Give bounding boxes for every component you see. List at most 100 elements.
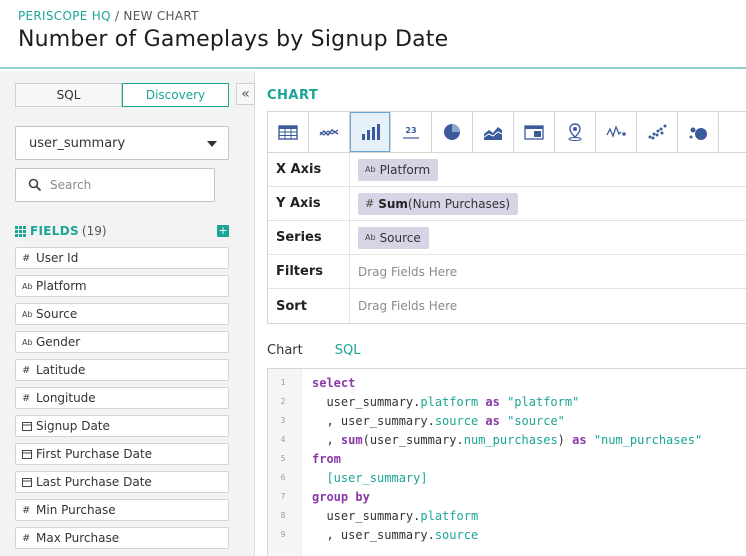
field-name: Max Purchase xyxy=(36,531,120,545)
pill-label: Source xyxy=(379,230,421,245)
field-item[interactable]: Signup Date xyxy=(15,415,229,437)
code-text: , sum(user_summary.num_purchases) as "nu… xyxy=(312,433,702,447)
search-icon xyxy=(28,178,42,192)
field-item[interactable]: # Max Purchase xyxy=(15,527,229,549)
fields-count: (19) xyxy=(81,224,107,238)
code-line: 5 from xyxy=(268,449,746,468)
chart-type-table[interactable] xyxy=(268,112,309,152)
breadcrumb-org-link[interactable]: PERISCOPE HQ xyxy=(18,9,111,23)
chart-type-pie[interactable] xyxy=(432,112,473,152)
chart-type-bubble[interactable] xyxy=(678,112,719,152)
field-item[interactable]: # Longitude xyxy=(15,387,229,409)
string-token: "source" xyxy=(507,413,565,428)
field-item[interactable]: # User Id xyxy=(15,247,229,269)
chart-type-area[interactable] xyxy=(473,112,514,152)
x-axis-dropzone[interactable]: Ab Platform xyxy=(350,153,746,186)
y-axis-row: Y Axis # Sum (Num Purchases) xyxy=(268,187,746,221)
line-number: 4 xyxy=(280,435,286,444)
field-item[interactable]: Last Purchase Date xyxy=(15,471,229,493)
line-number: 7 xyxy=(280,492,286,501)
chart-type-line[interactable] xyxy=(309,112,350,152)
field-search[interactable] xyxy=(15,168,215,202)
x-axis-pill[interactable]: Ab Platform xyxy=(358,158,439,181)
field-name: Longitude xyxy=(36,391,96,405)
code-line: 3 , user_summary.source as "source" xyxy=(268,411,746,430)
add-field-icon[interactable]: + xyxy=(217,225,229,237)
pivot-icon xyxy=(524,125,544,140)
breadcrumb: PERISCOPE HQ / NEW CHART xyxy=(18,9,199,23)
discovery-mode-button[interactable]: Discovery xyxy=(122,83,229,107)
column-token: source xyxy=(434,413,479,428)
keyword: select xyxy=(312,375,356,390)
series-pill[interactable]: Ab Source xyxy=(358,226,429,249)
keyword: as xyxy=(478,394,508,409)
field-item[interactable]: # Min Purchase xyxy=(15,499,229,521)
text-type-icon: Ab xyxy=(22,309,33,319)
field-list: # User Id Ab Platform Ab Source Ab Gender # L… xyxy=(15,247,229,555)
number-type-icon: # xyxy=(22,364,31,376)
y-axis-dropzone[interactable]: # Sum (Num Purchases) xyxy=(350,187,746,220)
text-type-icon: Ab xyxy=(22,281,33,291)
series-dropzone[interactable]: Ab Source xyxy=(350,221,746,254)
field-item[interactable]: Ab Platform xyxy=(15,275,229,297)
fields-header: FIELDS (19) + xyxy=(15,222,229,240)
main-panel: CHART 23 X Axis Ab Platform Y Axis # Sum… xyxy=(256,71,746,556)
pill-label: Platform xyxy=(379,162,431,177)
calendar-icon xyxy=(22,478,32,487)
calendar-icon xyxy=(22,450,32,459)
collapse-sidebar-icon[interactable]: « xyxy=(236,83,255,105)
number-icon: 23 xyxy=(403,126,419,139)
field-item[interactable]: Ab Source xyxy=(15,303,229,325)
sort-row: Sort Drag Fields Here xyxy=(268,289,746,323)
sort-dropzone[interactable]: Drag Fields Here xyxy=(350,289,746,323)
field-name: Signup Date xyxy=(36,419,110,433)
code-line: 8 user_summary.platform xyxy=(268,506,746,525)
field-item[interactable]: First Purchase Date xyxy=(15,443,229,465)
code-text: , user_summary.source as "source" xyxy=(312,413,565,428)
table-token: [user_summary] xyxy=(312,470,428,485)
chart-type-bar[interactable] xyxy=(350,112,391,152)
code-line: 9 , user_summary.source xyxy=(268,525,746,544)
sql-mode-button[interactable]: SQL xyxy=(15,83,122,107)
filters-row: Filters Drag Fields Here xyxy=(268,255,746,289)
fields-title: FIELDS xyxy=(30,224,79,238)
function-token: sum xyxy=(340,432,363,447)
chart-type-pivot[interactable] xyxy=(514,112,555,152)
keyword: as xyxy=(478,413,508,428)
sql-editor[interactable]: 1 select 2 user_summary.platform as "pla… xyxy=(267,368,746,556)
chart-type-scatter[interactable] xyxy=(637,112,678,152)
field-name: Source xyxy=(36,307,78,321)
table-select[interactable]: user_summary xyxy=(15,126,229,160)
code-text: user_summary.platform xyxy=(312,509,478,523)
number-type-icon: # xyxy=(365,197,375,210)
breadcrumb-section: NEW CHART xyxy=(123,9,199,23)
chart-type-sparkline[interactable] xyxy=(596,112,637,152)
code-token: , user_summary. xyxy=(312,527,435,542)
field-item[interactable]: Ab Gender xyxy=(15,331,229,353)
y-axis-pill[interactable]: # Sum (Num Purchases) xyxy=(358,192,519,215)
number-type-icon: # xyxy=(22,532,31,544)
mode-toggle: SQL Discovery xyxy=(15,83,229,107)
area-icon xyxy=(483,127,503,140)
text-type-icon: Ab xyxy=(365,233,376,242)
scatter-icon xyxy=(648,124,667,140)
chart-type-map[interactable] xyxy=(555,112,596,152)
filters-dropzone[interactable]: Drag Fields Here xyxy=(350,255,746,288)
grid-icon xyxy=(15,225,26,237)
code-line: 6 [user_summary] xyxy=(268,468,746,487)
number-type-icon: # xyxy=(22,504,31,516)
line-icon xyxy=(319,128,339,137)
tab-sql[interactable]: SQL xyxy=(335,343,361,363)
line-number: 9 xyxy=(280,530,286,539)
search-input[interactable] xyxy=(50,178,200,192)
line-number: 1 xyxy=(280,378,286,387)
field-name: First Purchase Date xyxy=(36,447,153,461)
sort-label: Sort xyxy=(268,289,350,323)
code-token: user_summary. xyxy=(312,508,421,523)
line-number: 3 xyxy=(280,416,286,425)
page-title[interactable]: Number of Gameplays by Signup Date xyxy=(18,27,448,52)
line-number: 2 xyxy=(280,397,286,406)
field-item[interactable]: # Latitude xyxy=(15,359,229,381)
chart-type-number[interactable]: 23 xyxy=(391,112,432,152)
tab-chart[interactable]: Chart xyxy=(267,343,303,363)
